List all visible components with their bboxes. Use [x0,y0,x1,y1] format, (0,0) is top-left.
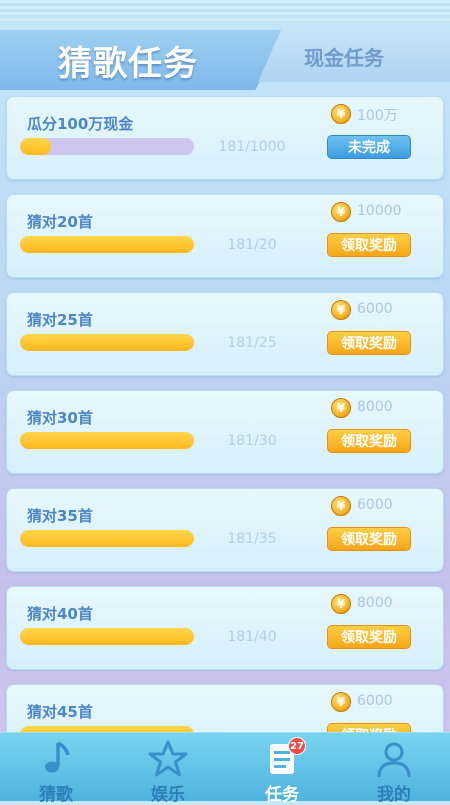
progress-bar [20,530,194,547]
progress-count: 181/40 [227,629,277,645]
coin-icon: ¥ [331,300,351,320]
nav-item-mine[interactable]: 我的 [338,733,450,805]
claim-reward-button[interactable]: 领取奖励 [327,625,411,649]
task-title: 猜对25首 [27,311,93,329]
nav-item-tasks[interactable]: 27 任务 [226,733,338,805]
reward-amount: 6000 [357,497,393,513]
task-card: 猜对45首 ¥ 6000 领取奖励 [6,684,444,732]
nav-label: 娱乐 [151,785,185,805]
bottom-nav: 猜歌 娱乐 27 任务 我的 [0,732,450,805]
progress-bar [20,334,194,351]
nav-label: 任务 [265,785,299,805]
progress-fill [20,530,194,547]
claim-reward-button[interactable]: 领取奖励 [327,429,411,453]
task-title: 猜对45首 [27,703,93,721]
progress-bar [20,628,194,645]
coin-icon: ¥ [331,692,351,712]
user-icon [377,742,411,778]
task-card: 猜对20首 181/20 ¥ 10000 领取奖励 [6,194,444,278]
coin-icon: ¥ [331,202,351,222]
task-card: 瓜分100万现金 181/1000 ¥ 100万 未完成 [6,96,444,180]
progress-bar [20,138,194,155]
tab-cash-tasks-label: 现金任务 [304,45,384,70]
progress-count: 181/1000 [218,139,286,155]
claim-reward-button[interactable]: 领取奖励 [327,331,411,355]
task-title: 猜对35首 [27,507,93,525]
progress-fill [20,334,194,351]
tab-song-tasks-label: 猜歌任务 [58,43,198,84]
reward-amount: 10000 [357,203,402,219]
reward-amount: 100万 [357,108,398,124]
coin-icon: ¥ [331,594,351,614]
progress-bar [20,236,194,253]
progress-count: 181/20 [227,237,277,253]
task-list[interactable]: 瓜分100万现金 181/1000 ¥ 100万 未完成 猜对20首 181/2… [0,96,450,732]
nav-item-guess-song[interactable]: 猜歌 [0,733,112,805]
coin-icon: ¥ [331,398,351,418]
progress-fill [20,236,194,253]
progress-fill [20,138,52,155]
top-strip [0,0,450,22]
progress-fill [20,628,194,645]
reward-amount: 6000 [357,693,393,709]
incomplete-button[interactable]: 未完成 [327,135,411,159]
nav-label: 猜歌 [39,785,73,805]
task-card: 猜对40首 181/40 ¥ 8000 领取奖励 [6,586,444,670]
task-card: 猜对35首 181/35 ¥ 6000 领取奖励 [6,488,444,572]
reward-amount: 6000 [357,301,393,317]
progress-count: 181/30 [227,433,277,449]
claim-reward-button[interactable]: 领取奖励 [327,233,411,257]
nav-item-entertainment[interactable]: 娱乐 [112,733,224,805]
progress-bar [20,432,194,449]
reward-amount: 8000 [357,595,393,611]
task-title: 猜对20首 [27,213,93,231]
task-title: 猜对30首 [27,409,93,427]
star-icon [148,740,188,777]
claim-reward-button[interactable]: 领取奖励 [327,723,411,732]
music-note-icon [45,741,70,773]
task-title: 瓜分100万现金 [27,115,134,133]
tab-header: 猜歌任务 现金任务 [0,22,450,92]
progress-count: 181/25 [227,335,277,351]
reward-amount: 8000 [357,399,393,415]
coin-icon: ¥ [331,104,351,124]
task-count-badge: 27 [288,737,306,755]
nav-label: 我的 [377,785,411,805]
progress-fill [20,432,194,449]
task-card: 猜对25首 181/25 ¥ 6000 领取奖励 [6,292,444,376]
tab-song-tasks[interactable]: 猜歌任务 [0,30,290,90]
progress-count: 181/35 [227,531,277,547]
coin-icon: ¥ [331,496,351,516]
claim-reward-button[interactable]: 领取奖励 [327,527,411,551]
task-card: 猜对30首 181/30 ¥ 8000 领取奖励 [6,390,444,474]
task-title: 猜对40首 [27,605,93,623]
tab-cash-tasks[interactable]: 现金任务 [258,30,450,82]
